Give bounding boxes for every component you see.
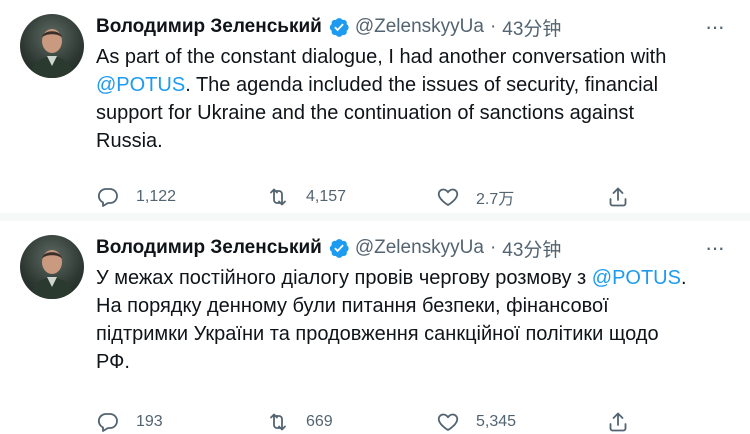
tweet[interactable]: Володимир Зеленський @ZelenskyyUa · 43分钟… xyxy=(0,0,750,213)
author-handle[interactable]: @ZelenskyyUa xyxy=(355,237,484,259)
reply-icon xyxy=(97,413,118,432)
avatar[interactable] xyxy=(20,235,84,299)
reply-count: 193 xyxy=(136,413,163,430)
more-dots-icon[interactable]: ··· xyxy=(705,14,725,40)
tweet-header: Володимир Зеленський @ZelenskyyUa · 43分钟 xyxy=(96,233,734,263)
like-count: 2.7万 xyxy=(476,191,515,208)
tweet-feed: Володимир Зеленський @ZelenskyyUa · 43分钟… xyxy=(0,0,750,432)
heart-icon xyxy=(437,413,459,431)
share-icon xyxy=(609,187,627,207)
avatar-portrait-icon xyxy=(30,29,74,78)
separator-dot: · xyxy=(489,237,497,258)
retweet-icon xyxy=(270,188,286,206)
tweet-header: Володимир Зеленський @ZelenskyyUa · 43分钟 xyxy=(96,12,734,42)
mention-link[interactable]: @POTUS xyxy=(96,74,185,96)
verified-badge-icon xyxy=(328,16,350,38)
tweet[interactable]: Володимир Зеленський @ZelenskyyUa · 43分钟… xyxy=(0,221,750,432)
author-name[interactable]: Володимир Зеленський xyxy=(96,237,322,259)
tweet-text-part: У межах постійного діалогу провів чергов… xyxy=(96,267,592,289)
avatar-portrait-icon xyxy=(30,250,74,299)
share-button[interactable] xyxy=(606,410,636,434)
mention-link[interactable]: @POTUS xyxy=(592,267,681,289)
tweet-text: У межах постійного діалогу провів чергов… xyxy=(96,264,696,376)
tweet-actions: 193 669 5,345 xyxy=(96,410,636,434)
like-count: 5,345 xyxy=(476,413,517,430)
retweet-count: 4,157 xyxy=(306,188,347,205)
share-icon xyxy=(609,412,627,432)
reply-button[interactable]: 1,122 xyxy=(96,185,266,209)
more-dots-icon[interactable]: ··· xyxy=(705,235,725,261)
reply-icon xyxy=(97,188,118,207)
timestamp[interactable]: 43分钟 xyxy=(502,14,561,41)
avatar[interactable] xyxy=(20,14,84,78)
author-name[interactable]: Володимир Зеленський xyxy=(96,16,322,38)
reply-count: 1,122 xyxy=(136,188,177,205)
like-button[interactable]: 2.7万 xyxy=(436,185,606,209)
retweet-button[interactable]: 669 xyxy=(266,410,436,434)
like-button[interactable]: 5,345 xyxy=(436,410,606,434)
tweet-text: As part of the constant dialogue, I had … xyxy=(96,43,696,155)
tweet-divider xyxy=(0,213,750,221)
tweet-actions: 1,122 4,157 2.7万 xyxy=(96,185,636,209)
share-button[interactable] xyxy=(606,185,636,209)
retweet-icon xyxy=(270,413,286,431)
reply-button[interactable]: 193 xyxy=(96,410,266,434)
retweet-button[interactable]: 4,157 xyxy=(266,185,436,209)
retweet-count: 669 xyxy=(306,413,333,430)
separator-dot: · xyxy=(489,16,497,37)
heart-icon xyxy=(437,188,459,206)
verified-badge-icon xyxy=(328,237,350,259)
tweet-text-part: As part of the constant dialogue, I had … xyxy=(96,46,667,68)
author-handle[interactable]: @ZelenskyyUa xyxy=(355,16,484,38)
timestamp[interactable]: 43分钟 xyxy=(502,235,561,262)
